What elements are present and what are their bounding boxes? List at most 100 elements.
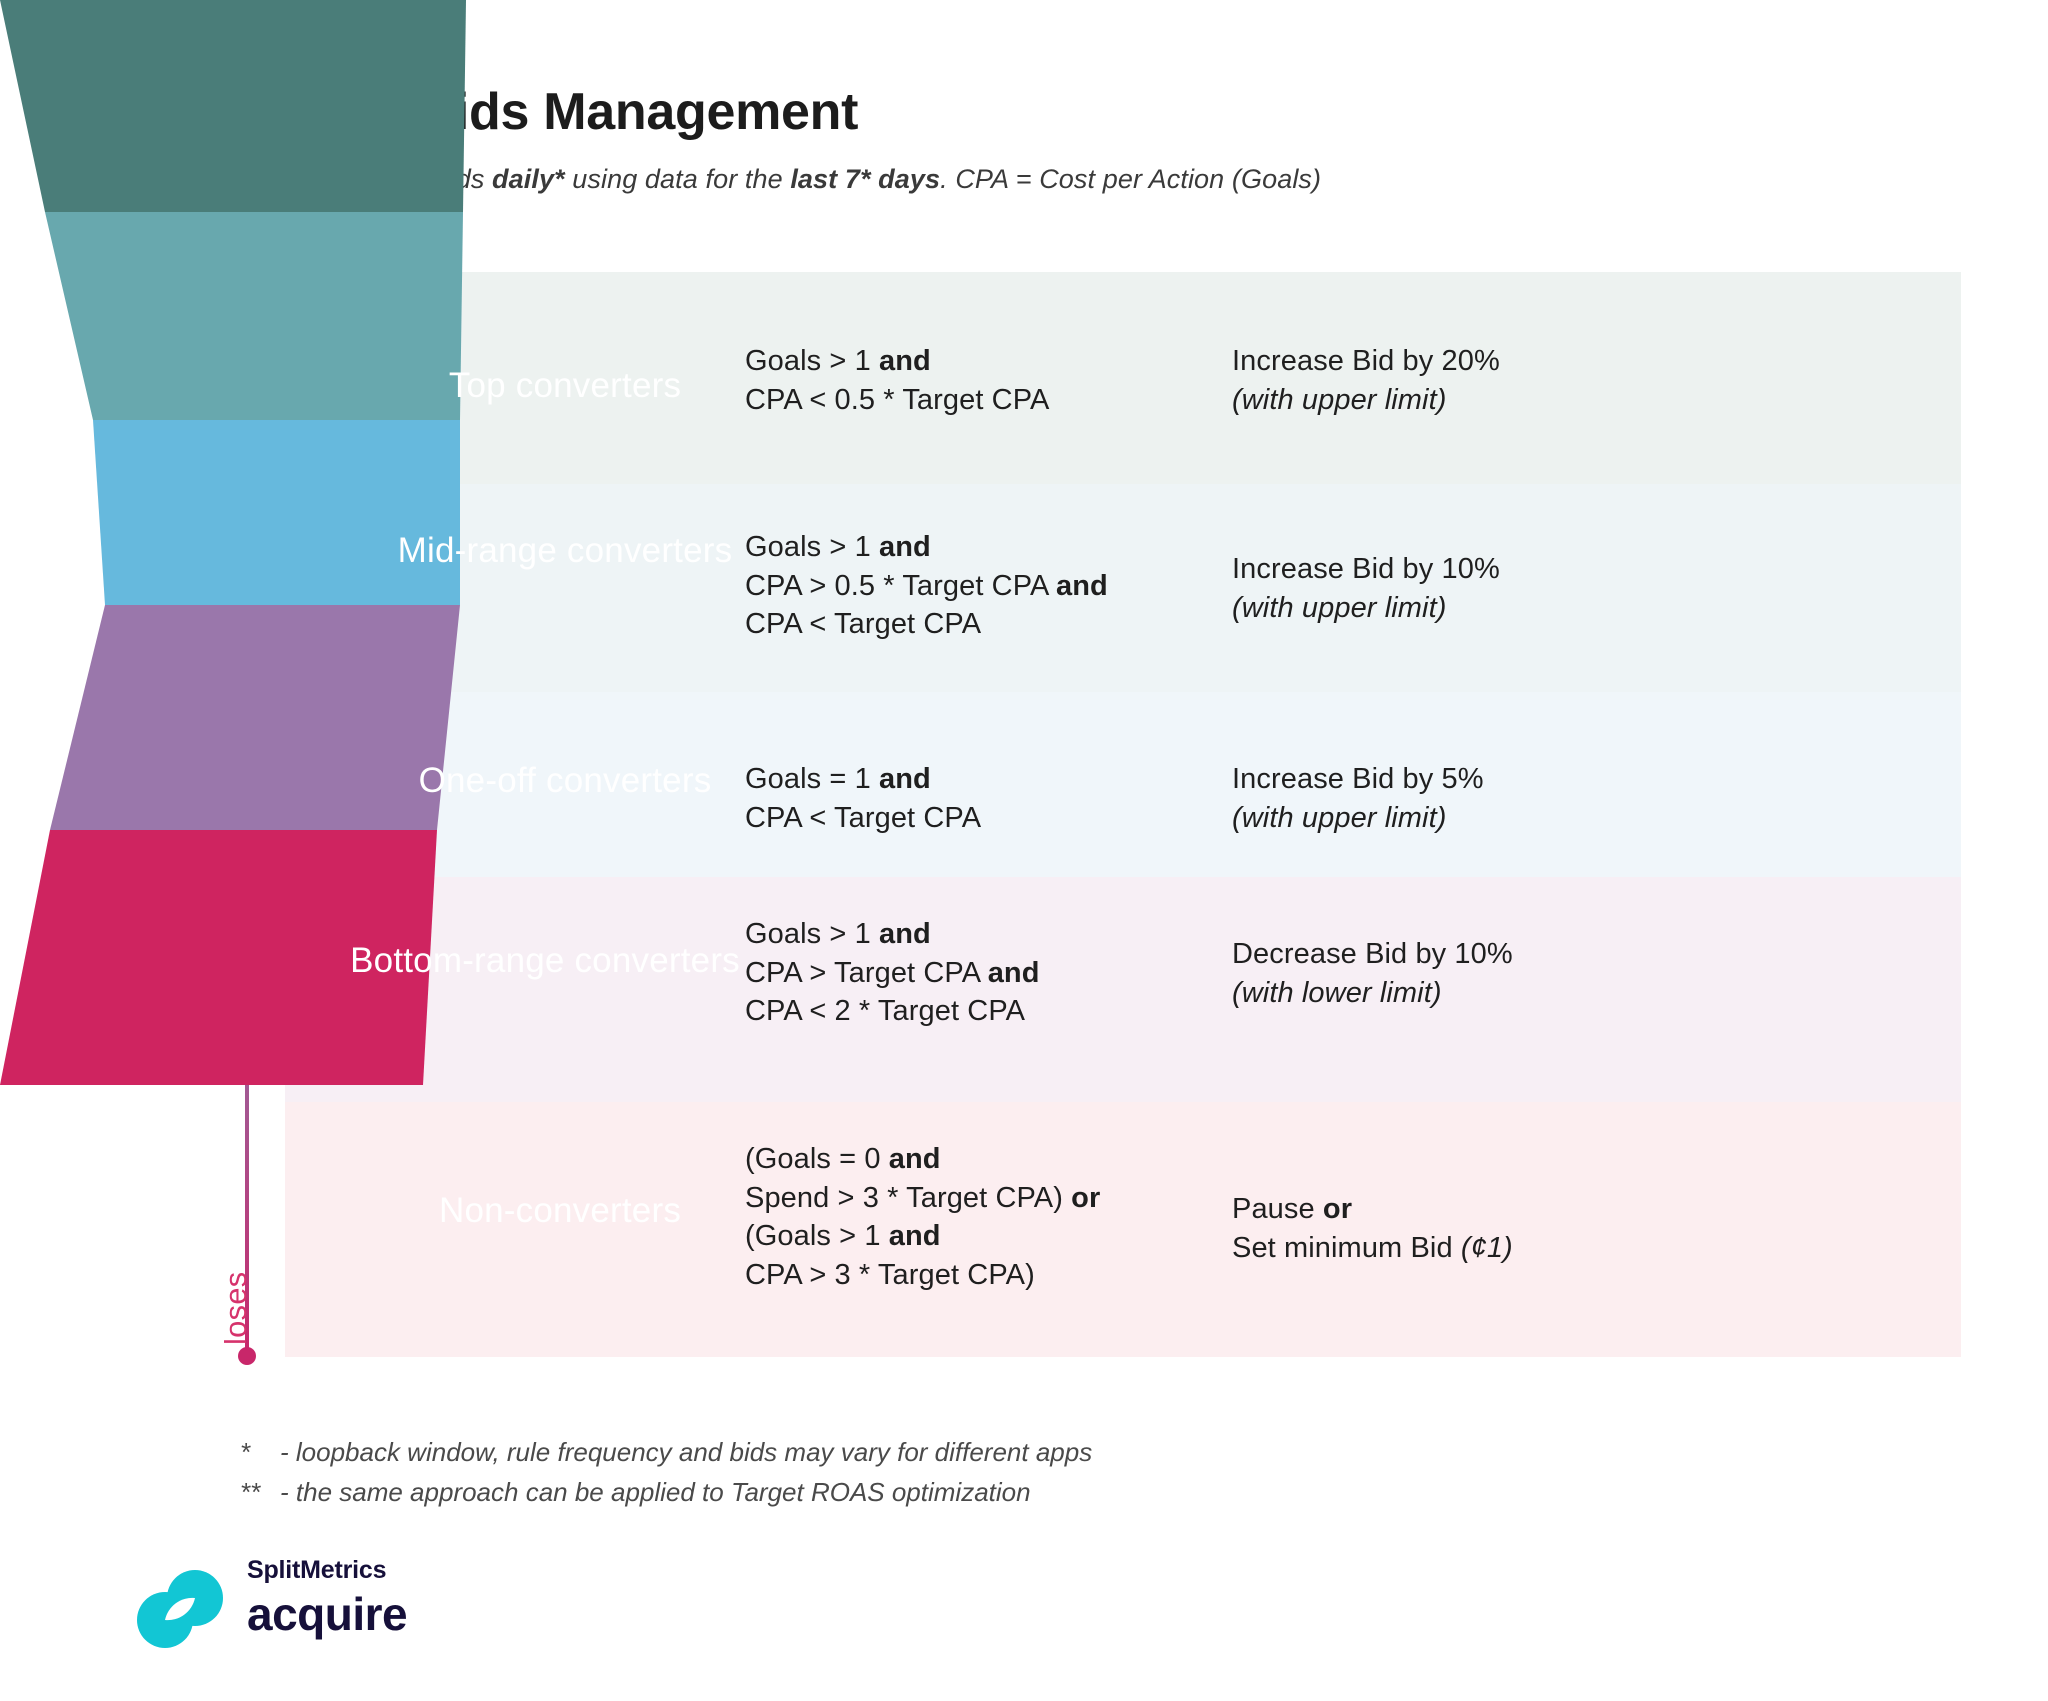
action-line: (with upper limit)	[1232, 381, 1500, 420]
logic-operator: or	[1322, 1193, 1353, 1225]
action-text: Increase Bid by 10%	[1232, 553, 1500, 585]
footnote-text: - loopback window, rule frequency and bi…	[280, 1437, 1093, 1467]
action-line: Decrease Bid by 10%	[1232, 935, 1513, 974]
axis-label-loses: loses	[218, 1271, 253, 1345]
funnel-segment-label: Top converters	[448, 366, 682, 405]
logic-operator: and	[888, 1220, 941, 1253]
row-background	[285, 484, 1961, 692]
axis-gradient-line	[245, 277, 249, 1362]
logic-operator: and	[879, 531, 931, 563]
logo-circles-icon	[137, 1570, 223, 1648]
funnel-segment-label: Bottom-range converters	[350, 941, 740, 980]
logic-operator: and	[987, 956, 1040, 989]
subtitle-text: Apply to Exact keywords	[188, 164, 493, 194]
condition-line: Goals > 1 and	[745, 915, 1040, 954]
action-line: (with lower limit)	[1232, 974, 1513, 1013]
footnote-marker: *	[240, 1437, 251, 1467]
funnel-segment-label: Mid-range converters	[397, 531, 733, 570]
logic-operator: and	[1056, 569, 1108, 602]
condition-text: Goals > 1	[745, 345, 879, 377]
footnotes: * - loopback window, rule frequency and b…	[240, 1432, 1092, 1513]
condition-text: Spend > 3 * Target CPA)	[745, 1181, 1072, 1214]
action-text: Decrease Bid by 10%	[1232, 938, 1513, 970]
action-line: (with upper limit)	[1232, 589, 1500, 628]
funnel-segment-label: One-off converters	[418, 761, 712, 800]
action-line: Increase Bid by 20%	[1232, 342, 1500, 381]
condition-text: CPA > Target CPA	[745, 956, 988, 989]
axis-label-profit: profit	[218, 319, 253, 390]
action-cell: Decrease Bid by 10% (with lower limit)	[1232, 935, 1513, 1012]
condition-text: CPA > 3 * Target CPA)	[745, 1258, 1035, 1291]
axis-label-break-even: break-even	[218, 882, 253, 1040]
condition-line: Spend > 3 * Target CPA) or	[745, 1179, 1100, 1218]
infographic-page: Keyword Bids Management Apply to Exact k…	[0, 0, 2048, 1701]
subtitle-emphasis: last 7* days	[790, 164, 941, 194]
condition-line: Goals = 1 and	[745, 760, 981, 799]
condition-cell: Goals = 1 and CPA < Target CPA	[745, 760, 981, 837]
condition-text: Goals > 1	[745, 918, 879, 950]
action-line: Pause or	[1232, 1190, 1513, 1229]
action-qualifier: (¢1)	[1460, 1231, 1513, 1264]
logo-brand-name: SplitMetrics	[247, 1556, 387, 1584]
action-cell: Increase Bid by 10% (with upper limit)	[1232, 550, 1500, 627]
condition-text: CPA > 0.5 * Target CPA	[745, 569, 1057, 602]
splitmetrics-acquire-logo: SplitMetrics acquire	[135, 1556, 475, 1666]
axis-dot-profit	[238, 272, 256, 290]
condition-line: CPA > Target CPA and	[745, 954, 1040, 993]
profitability-axis	[238, 272, 256, 1365]
logic-operator: and	[879, 345, 931, 377]
logic-operator: and	[879, 918, 931, 950]
footnote: ** - the same approach can be applied to …	[240, 1472, 1092, 1512]
condition-text: Goals > 1	[745, 531, 879, 563]
action-line: Set minimum Bid (¢1)	[1232, 1229, 1513, 1268]
logic-operator: or	[1071, 1181, 1101, 1214]
action-qualifier: (with upper limit)	[1232, 801, 1447, 834]
axis-dot-loses	[238, 1347, 256, 1365]
page-subtitle: Apply to Exact keywords daily* using dat…	[188, 164, 1321, 195]
action-line: Increase Bid by 5%	[1232, 760, 1484, 799]
footnote: * - loopback window, rule frequency and b…	[240, 1432, 1092, 1472]
subtitle-text: using data for the	[564, 164, 791, 194]
condition-cell: (Goals = 0 and Spend > 3 * Target CPA) or…	[745, 1140, 1100, 1294]
footnote-text: - the same approach can be applied to Ta…	[280, 1477, 1031, 1508]
condition-line: (Goals > 1 and	[745, 1217, 1100, 1256]
condition-cell: Goals > 1 and CPA < 0.5 * Target CPA	[745, 342, 1049, 419]
funnel-segment-label: Non-converters	[438, 1191, 682, 1230]
condition-line: CPA < 2 * Target CPA	[745, 992, 1040, 1031]
table-row	[285, 484, 1961, 692]
condition-text: (Goals > 1	[745, 1220, 889, 1253]
condition-text: CPA < 2 * Target CPA	[745, 995, 1026, 1028]
condition-cell: Goals > 1 and CPA > Target CPA and CPA < 2…	[745, 915, 1040, 1031]
row-background	[285, 877, 1961, 1102]
condition-line: Goals > 1 and	[745, 342, 1049, 381]
condition-line: CPA < 0.5 * Target CPA	[745, 381, 1049, 420]
condition-text: CPA < Target CPA	[745, 608, 982, 641]
action-qualifier: (with upper limit)	[1232, 591, 1447, 624]
logo-product-name: acquire	[247, 1588, 408, 1640]
action-cell: Increase Bid by 5% (with upper limit)	[1232, 760, 1484, 837]
logic-operator: and	[879, 763, 931, 795]
condition-line: CPA > 3 * Target CPA)	[745, 1256, 1100, 1295]
condition-line: Goals > 1 and	[745, 528, 1108, 567]
condition-text: CPA < Target CPA	[745, 801, 982, 834]
action-cell: Increase Bid by 20% (with upper limit)	[1232, 342, 1500, 419]
action-cell: Pause or Set minimum Bid (¢1)	[1232, 1190, 1513, 1267]
action-qualifier: (with upper limit)	[1232, 383, 1447, 416]
action-text: Set minimum Bid	[1232, 1231, 1461, 1264]
subtitle-emphasis: daily*	[492, 164, 565, 194]
action-qualifier: (with lower limit)	[1232, 976, 1442, 1009]
condition-line: CPA < Target CPA	[745, 799, 981, 838]
subtitle-text: . CPA = Cost per Action (Goals)	[940, 164, 1322, 194]
condition-line: CPA < Target CPA	[745, 605, 1108, 644]
page-title: Keyword Bids Management	[186, 83, 859, 141]
logic-operator: and	[888, 1143, 941, 1175]
action-text: Increase Bid by 5%	[1232, 763, 1484, 795]
condition-line: CPA > 0.5 * Target CPA and	[745, 567, 1108, 606]
action-text: Pause	[1232, 1193, 1323, 1225]
action-line: Increase Bid by 10%	[1232, 550, 1500, 589]
condition-text: (Goals = 0	[745, 1143, 889, 1175]
condition-text: CPA < 0.5 * Target CPA	[745, 383, 1050, 416]
condition-line: (Goals = 0 and	[745, 1140, 1100, 1179]
condition-cell: Goals > 1 and CPA > 0.5 * Target CPA and C…	[745, 528, 1108, 644]
action-line: (with upper limit)	[1232, 799, 1484, 838]
